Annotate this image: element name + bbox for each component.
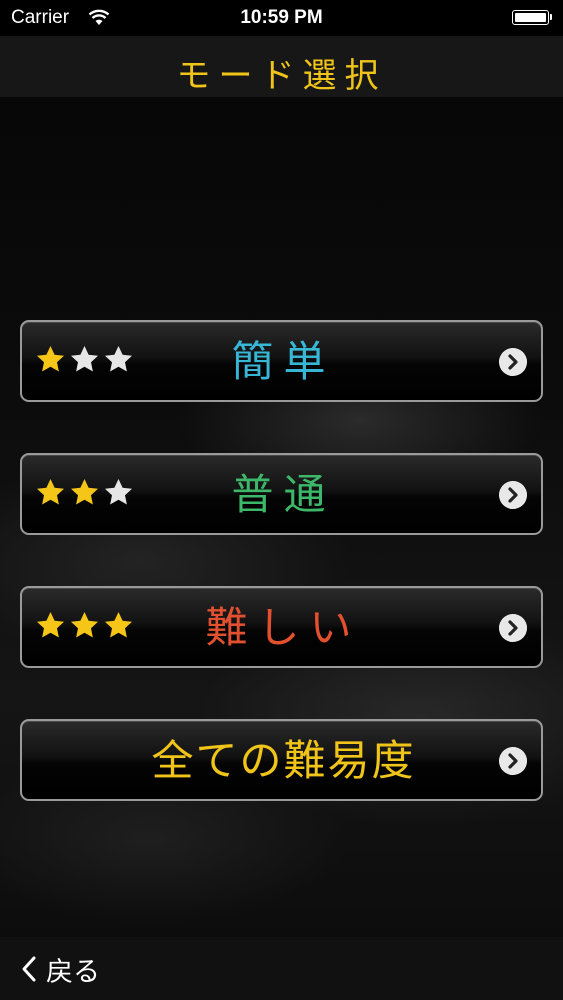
clock: 10:59 PM [240,7,323,28]
navigation-bar: モード選択 [0,36,563,97]
chevron-right-icon [499,614,527,642]
page-title: モード選択 [176,56,387,96]
chevron-right-icon [499,747,527,775]
mode-label: 難しい [205,603,362,652]
battery-icon [512,10,552,25]
mode-button-all[interactable]: 全ての難易度 [20,719,543,801]
mode-label: 簡単 [231,337,336,386]
back-button[interactable]: 戻る [20,951,100,988]
bottom-toolbar: 戻る [0,937,563,1000]
chevron-right-icon [499,348,527,376]
chevron-right-icon [499,481,527,509]
mode-button-normal[interactable]: 普通 [20,453,543,535]
mode-label: 普通 [231,470,336,519]
status-bar: Carrier 10:59 PM [0,0,563,36]
back-label: 戻る [46,956,100,988]
mode-label: 全ての難易度 [151,736,416,785]
mode-button-easy[interactable]: 簡単 [20,320,543,402]
chevron-left-icon [22,956,36,982]
mode-button-hard[interactable]: 難しい [20,586,543,668]
